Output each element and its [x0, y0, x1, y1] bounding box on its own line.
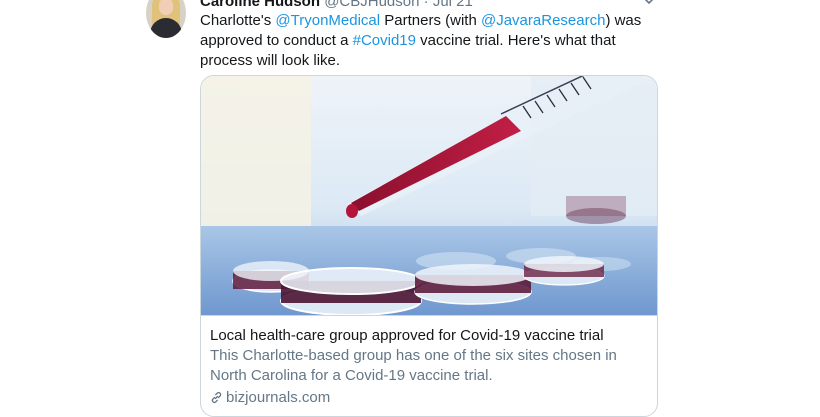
link-icon [210, 390, 223, 410]
card-description: This Charlotte-based group has one of th… [210, 347, 617, 384]
avatar-face [159, 0, 173, 15]
tweet-text-part: Charlotte's [200, 12, 276, 29]
separator-dot: · [423, 0, 429, 10]
card-domain[interactable]: bizjournals.com [210, 388, 330, 410]
tweet-text-part: Partners (with [380, 12, 481, 29]
avatar[interactable] [146, 0, 186, 38]
link-preview-card[interactable]: Local health-care group approved for Cov… [200, 75, 658, 417]
mention-tryonmedical[interactable]: @TryonMedical [275, 12, 380, 29]
author-handle[interactable]: @CBJHudson [324, 0, 419, 10]
tweet-text: Charlotte's @TryonMedical Partners (with… [200, 11, 655, 71]
card-body[interactable]: Local health-care group approved for Cov… [201, 315, 657, 406]
author-name[interactable]: Caroline Hudson [200, 0, 320, 10]
tweet-date[interactable]: Jul 21 [433, 0, 473, 10]
card-image[interactable] [201, 76, 657, 315]
chevron-down-icon[interactable] [643, 0, 655, 8]
card-domain-text: bizjournals.com [226, 389, 331, 406]
mention-javararesearch[interactable]: @JavaraResearch [481, 12, 605, 29]
hashtag-covid19[interactable]: #Covid19 [353, 32, 416, 49]
card-title[interactable]: Local health-care group approved for Cov… [210, 326, 650, 346]
